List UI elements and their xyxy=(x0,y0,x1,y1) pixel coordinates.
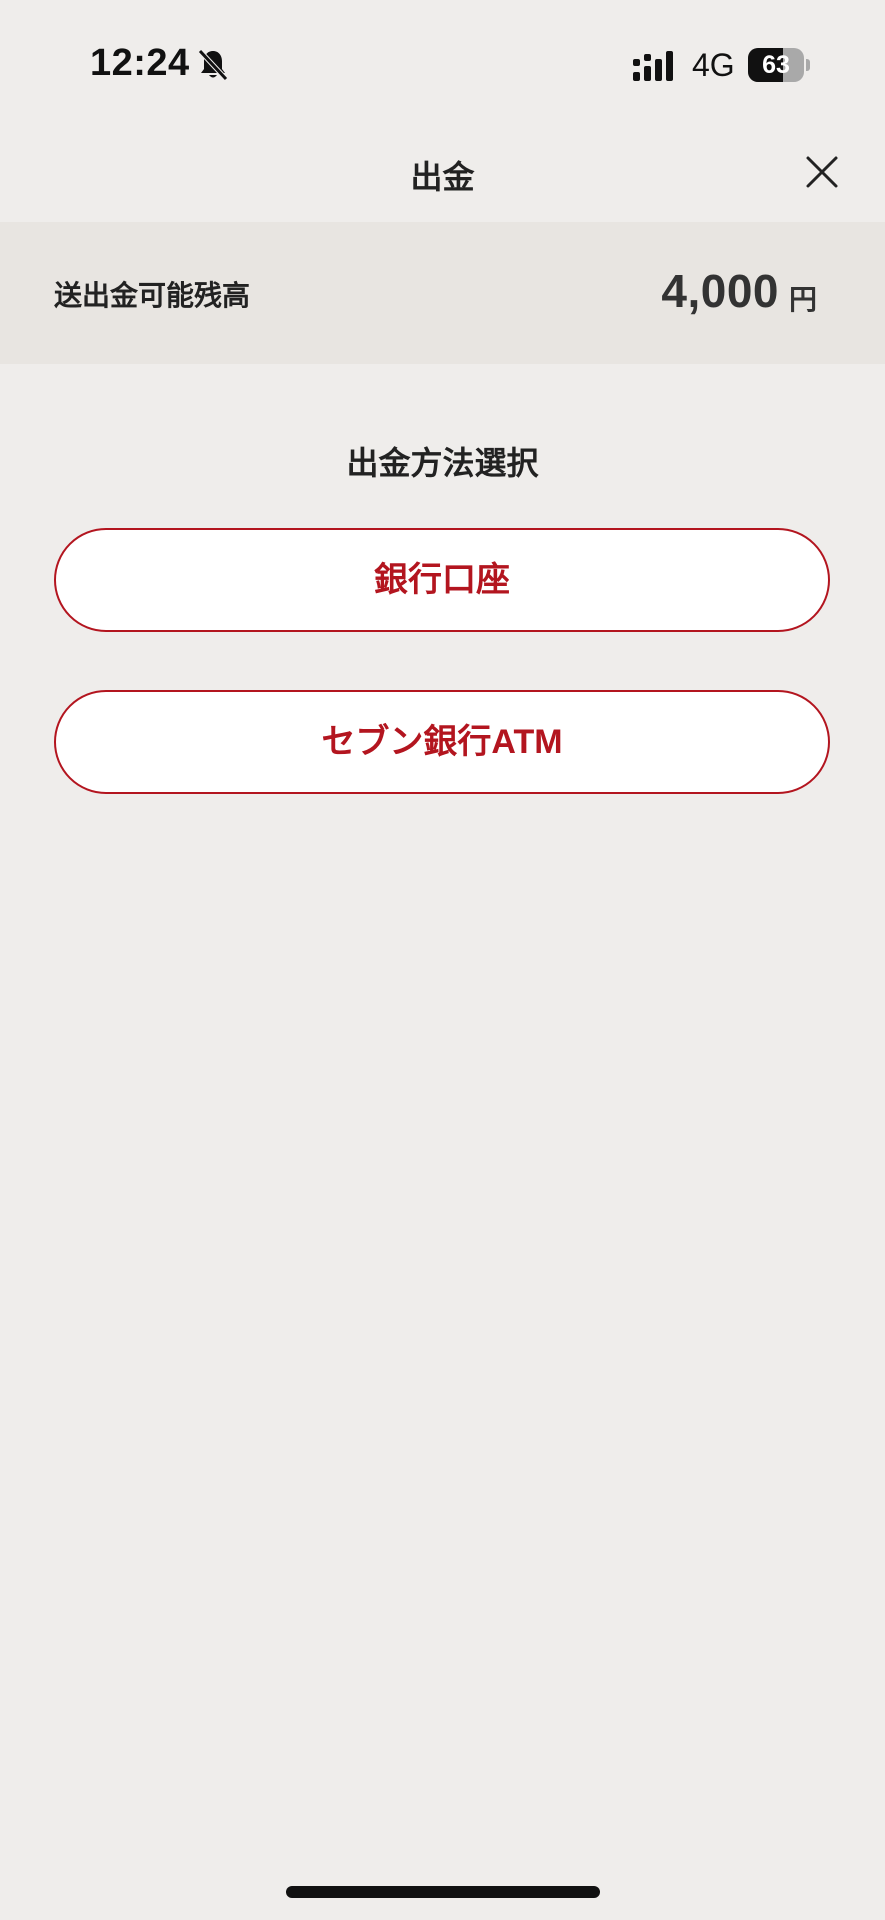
balance-unit: 円 xyxy=(788,284,817,315)
close-button[interactable] xyxy=(796,146,848,198)
page-title: 出金 xyxy=(410,159,475,195)
seven-bank-atm-button[interactable]: セブン銀行ATM xyxy=(54,690,830,794)
bank-account-button[interactable]: 銀行口座 xyxy=(54,528,830,632)
close-icon xyxy=(806,156,838,188)
network-type: 4G xyxy=(692,47,735,83)
battery-level: 63 xyxy=(762,51,790,79)
header: 出金 xyxy=(0,130,885,222)
battery-body: 63 xyxy=(748,48,804,82)
home-indicator[interactable] xyxy=(286,1886,600,1898)
withdrawal-screen: 12:24 4G 63 出金 送出金可能残高 4,000 円 出金方法選択 銀行… xyxy=(0,0,885,1920)
status-bar: 12:24 4G 63 xyxy=(0,0,885,130)
balance-panel: 送出金可能残高 4,000 円 xyxy=(0,222,885,364)
battery-tip xyxy=(806,59,810,71)
status-time: 12:24 xyxy=(90,42,190,84)
bell-slash-icon xyxy=(198,49,228,81)
signal-icon xyxy=(633,51,673,81)
method-section-title: 出金方法選択 xyxy=(346,445,539,481)
balance-amount: 4,000 xyxy=(661,265,779,317)
battery-icon: 63 xyxy=(748,48,810,82)
balance-label: 送出金可能残高 xyxy=(54,280,251,311)
